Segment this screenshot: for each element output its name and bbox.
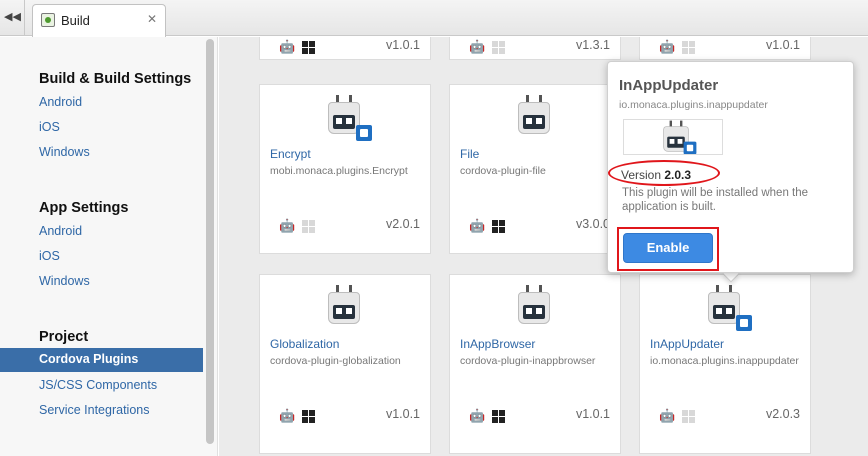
close-icon[interactable]: ✕ [147,12,157,26]
monaca-badge-icon [356,125,372,141]
plugin-version: v2.0.1 [385,217,420,231]
tab-bar: ◀◀ Build ✕ [0,0,868,37]
platform-icons: 🤖 [462,218,506,233]
popover-plugin-id: io.monaca.plugins.inappupdater [619,99,768,111]
plugin-icon [516,285,552,331]
platform-icons: 🤖 [652,39,696,54]
windows-icon [682,40,696,54]
plugin-id: mobi.monaca.plugins.Encrypt [270,165,408,177]
divider [24,0,25,36]
plugin-id: cordova-plugin-globalization [270,355,401,367]
plugin-version: v3.0.0 [575,217,610,231]
tab-label: Build [61,13,90,28]
back-arrow-icon[interactable]: ◀◀ [4,9,21,25]
enable-button[interactable]: Enable [623,233,713,263]
android-icon: 🤖 [279,39,296,54]
plugin-card[interactable]: 🤖 v1.0.1 [259,37,431,60]
plugin-icon [326,285,362,331]
android-icon: 🤖 [469,39,486,54]
popover-title: InAppUpdater [619,77,719,94]
monaca-badge-icon [736,315,752,331]
platform-icons: 🤖 [652,408,696,423]
sidebar-item-js-css-components[interactable]: JS/CSS Components [39,378,157,392]
plugin-name[interactable]: InAppBrowser [460,337,535,351]
section-title-app-settings: App Settings [39,200,129,216]
sidebar: Build & Build Settings Android iOS Windo… [0,37,218,456]
platform-icons: 🤖 [462,408,506,423]
plugin-name[interactable]: File [460,147,479,161]
sidebar-scrollbar[interactable] [206,39,214,444]
plugin-card-file[interactable]: File cordova-plugin-file 🤖 v3.0.0 [449,84,621,254]
sidebar-item-app-windows[interactable]: Windows [39,274,90,288]
section-title-build: Build & Build Settings [39,71,192,87]
sidebar-item-build-windows[interactable]: Windows [39,145,90,159]
plugin-detail-popover: InAppUpdater io.monaca.plugins.inappupda… [607,61,854,273]
plugin-name[interactable]: InAppUpdater [650,337,724,351]
plugin-version: v1.0.1 [575,407,610,421]
build-icon [41,13,55,27]
plugin-card[interactable]: 🤖 v1.0.1 [639,37,811,60]
sidebar-item-service-integrations[interactable]: Service Integrations [39,403,149,417]
plugin-card-globalization[interactable]: Globalization cordova-plugin-globalizati… [259,274,431,454]
platform-icons: 🤖 [272,39,316,54]
plugin-card-inappbrowser[interactable]: InAppBrowser cordova-plugin-inappbrowser… [449,274,621,454]
platform-icons: 🤖 [462,39,506,54]
plugin-name[interactable]: Globalization [270,337,339,351]
tab-build[interactable]: Build ✕ [32,4,166,37]
android-icon: 🤖 [659,408,676,423]
windows-icon [492,409,506,423]
android-icon: 🤖 [469,218,486,233]
plugin-image [623,119,723,155]
plugin-icon [516,95,552,141]
plugin-card-encrypt[interactable]: Encrypt mobi.monaca.plugins.Encrypt 🤖 v2… [259,84,431,254]
platform-icons: 🤖 [272,408,316,423]
plugin-card[interactable]: 🤖 v1.3.1 [449,37,621,60]
popover-description: This plugin will be installed when the a… [622,187,809,213]
sidebar-item-build-ios[interactable]: iOS [39,120,60,134]
windows-icon [492,40,506,54]
plugin-version: v2.0.3 [765,407,800,421]
platform-icons: 🤖 [272,218,316,233]
android-icon: 🤖 [469,408,486,423]
plugin-id: cordova-plugin-file [460,165,546,177]
plugin-id: cordova-plugin-inappbrowser [460,355,596,367]
windows-icon [302,40,316,54]
sidebar-item-app-ios[interactable]: iOS [39,249,60,263]
windows-icon [682,409,696,423]
windows-icon [492,219,506,233]
android-icon: 🤖 [279,408,296,423]
sidebar-item-app-android[interactable]: Android [39,224,82,238]
windows-icon [302,409,316,423]
windows-icon [302,219,316,233]
sidebar-item-cordova-plugins[interactable]: Cordova Plugins [0,348,203,372]
monaca-badge-icon [683,141,697,154]
popover-version: Version 2.0.3 [621,168,692,182]
android-icon: 🤖 [659,39,676,54]
section-title-project: Project [39,329,89,345]
plugin-card-inappupdater[interactable]: InAppUpdater io.monaca.plugins.inappupda… [639,274,811,454]
plugin-id: io.monaca.plugins.inappupdater [650,355,799,367]
plugin-version: v1.0.1 [765,38,800,52]
plugin-name[interactable]: Encrypt [270,147,311,161]
sidebar-item-build-android[interactable]: Android [39,95,82,109]
android-icon: 🤖 [279,218,296,233]
plugin-version: v1.3.1 [575,38,610,52]
plugin-version: v1.0.1 [385,38,420,52]
sidebar-item-label: Cordova Plugins [39,352,139,366]
plugin-version: v1.0.1 [385,407,420,421]
